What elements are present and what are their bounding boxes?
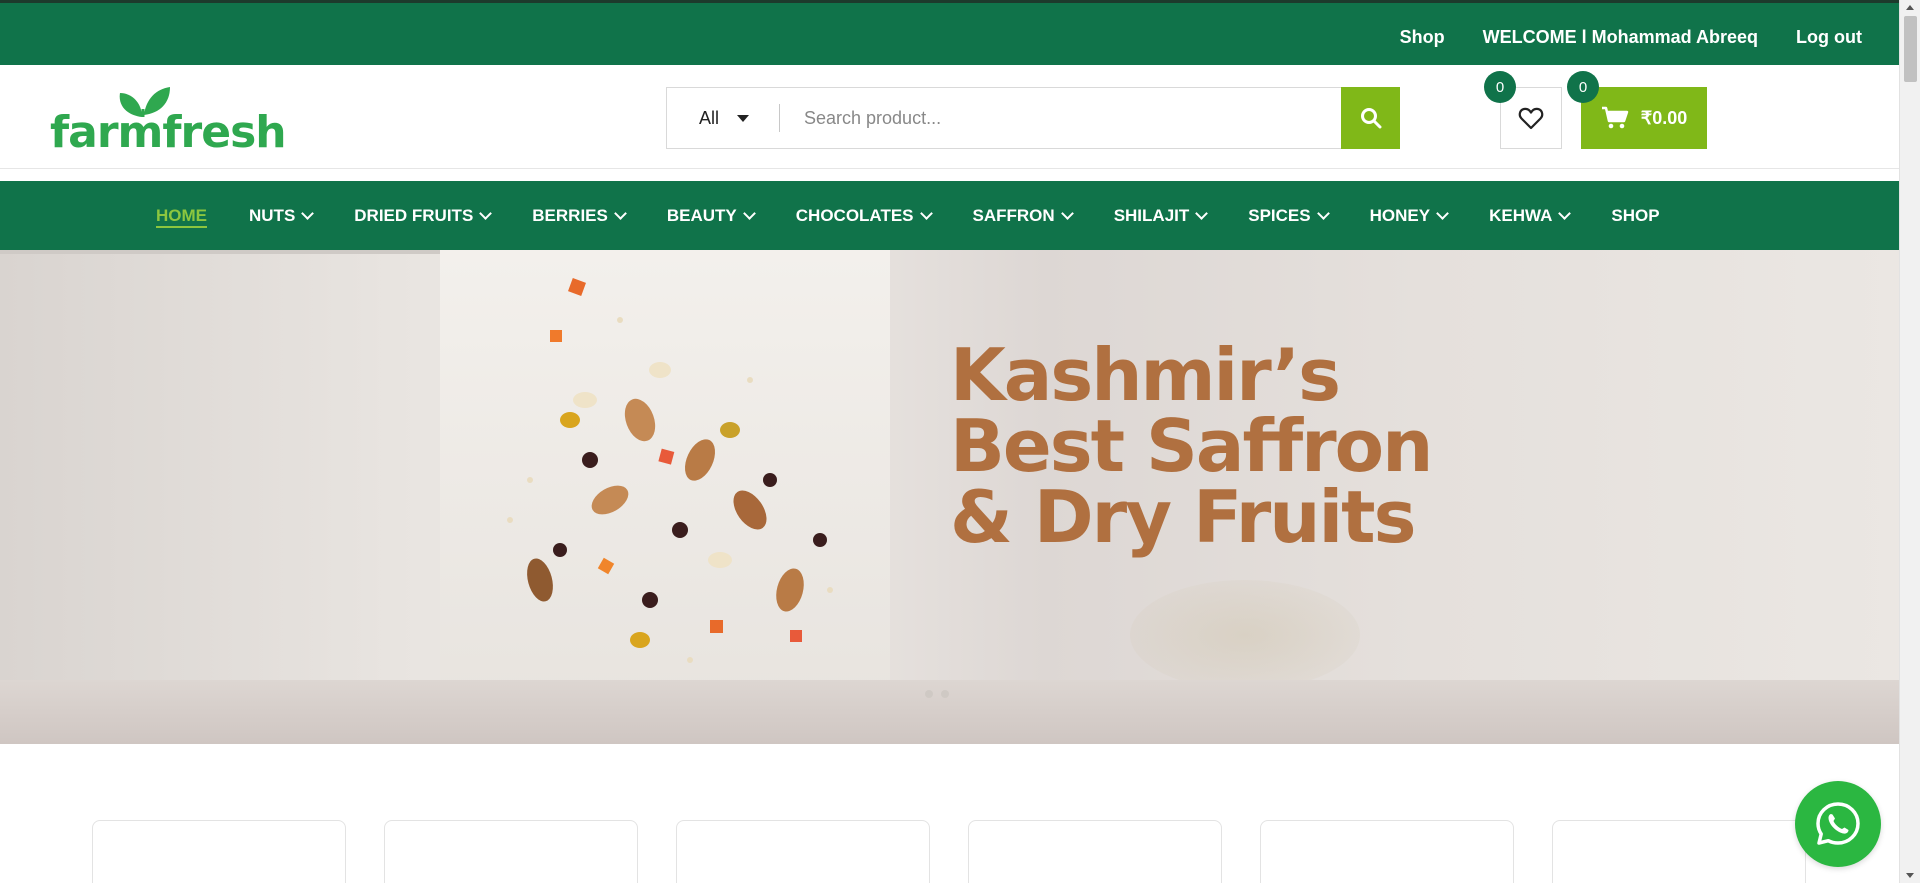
- search-input[interactable]: [782, 88, 1322, 148]
- page: Shop WELCOME l Mohammad Abreeq Log out f…: [0, 0, 1920, 883]
- category-select-value: All: [699, 107, 720, 128]
- site-logo[interactable]: farmfresh: [50, 83, 287, 158]
- chevron-down-icon: [919, 206, 933, 220]
- nav-item-label: SPICES: [1248, 205, 1311, 225]
- nav-item-label: HONEY: [1369, 205, 1431, 225]
- whatsapp-button[interactable]: [1795, 781, 1881, 867]
- nav-item-spices[interactable]: SPICES: [1248, 181, 1330, 250]
- caret-down-icon: [737, 114, 750, 122]
- hero-headline-line3: & Dry Fruits: [950, 475, 1416, 559]
- logo-wordmark: farmfresh: [50, 107, 287, 158]
- top-bar-links: Shop WELCOME l Mohammad Abreeq Log out: [1400, 27, 1862, 48]
- category-card[interactable]: [1552, 820, 1806, 883]
- nav-item-berries[interactable]: BERRIES: [532, 181, 627, 250]
- nav-item-nuts[interactable]: NUTS: [249, 181, 315, 250]
- category-card[interactable]: [1260, 820, 1514, 883]
- cart-total: ₹0.00: [1640, 107, 1688, 128]
- scrollbar-thumb[interactable]: [1904, 16, 1917, 82]
- scroll-up-arrow-icon[interactable]: [1906, 5, 1914, 10]
- search-bar: All: [666, 87, 1400, 149]
- hero-bowl-blur: [1130, 580, 1360, 690]
- chevron-down-icon: [1195, 206, 1209, 220]
- whatsapp-icon: [1816, 802, 1860, 845]
- nav-item-label: CHOCOLATES: [795, 205, 914, 225]
- slider-dot[interactable]: [925, 690, 933, 698]
- category-card[interactable]: [968, 820, 1222, 883]
- nav-item-dried-fruits[interactable]: DRIED FRUITS: [354, 181, 493, 250]
- chevron-down-icon: [301, 206, 315, 220]
- hero-headline-line2: Best Saffron: [950, 404, 1433, 488]
- hero-headline: Kashmir’s Best Saffron & Dry Fruits: [950, 333, 1433, 559]
- nav-item-saffron[interactable]: SAFFRON: [972, 181, 1074, 250]
- nav-item-label: BERRIES: [532, 205, 608, 225]
- chevron-down-icon: [1060, 206, 1074, 220]
- search-divider: [779, 104, 780, 132]
- search-icon: [1360, 108, 1381, 129]
- nav-item-label: NUTS: [249, 205, 296, 225]
- nav-item-kehwa[interactable]: KEHWA: [1489, 181, 1572, 250]
- cart-icon: [1601, 106, 1628, 129]
- category-select[interactable]: All: [667, 88, 781, 148]
- nav-item-beauty[interactable]: BEAUTY: [666, 181, 756, 250]
- nav-item-shilajit[interactable]: SHILAJIT: [1113, 181, 1209, 250]
- category-card[interactable]: [92, 820, 346, 883]
- scroll-down-arrow-icon[interactable]: [1906, 873, 1914, 878]
- nav-item-home[interactable]: HOME: [156, 181, 207, 250]
- cart-count-badge: 0: [1567, 71, 1599, 103]
- dry-fruits-illustration: [507, 278, 833, 663]
- cart-button[interactable]: ₹0.00: [1581, 87, 1707, 149]
- category-card[interactable]: [384, 820, 638, 883]
- chevron-down-icon: [479, 206, 493, 220]
- search-button[interactable]: [1341, 87, 1400, 149]
- hero-floor: [0, 680, 1899, 744]
- page-scrollbar[interactable]: [1899, 0, 1920, 883]
- heart-icon: [1518, 107, 1544, 130]
- nav-item-label: DRIED FRUITS: [354, 205, 474, 225]
- chevron-down-icon: [742, 206, 756, 220]
- top-bar: Shop WELCOME l Mohammad Abreeq Log out: [0, 0, 1899, 65]
- chevron-down-icon: [1316, 206, 1330, 220]
- logout-link[interactable]: Log out: [1796, 27, 1862, 48]
- hero-slider-dots: [925, 690, 949, 698]
- main-nav-list: HOME NUTS DRIED FRUITS BERRIES BEAUTY CHOCOLA…: [156, 181, 1702, 250]
- category-card[interactable]: [676, 820, 930, 883]
- chevron-down-icon: [1436, 206, 1449, 220]
- nav-item-shop[interactable]: SHOP: [1611, 181, 1659, 250]
- chevron-down-icon: [1558, 206, 1572, 220]
- nav-item-label: HOME: [156, 205, 207, 225]
- nav-item-label: KEHWA: [1489, 205, 1553, 225]
- hero-banner[interactable]: Kashmir’s Best Saffron & Dry Fruits: [0, 250, 1899, 744]
- category-cards: [92, 820, 1806, 883]
- slider-dot[interactable]: [941, 690, 949, 698]
- hero-headline-line1: Kashmir’s: [950, 333, 1341, 417]
- nav-item-label: SAFFRON: [972, 205, 1055, 225]
- site-header: farmfresh All 0: [0, 65, 1899, 169]
- chevron-down-icon: [613, 206, 627, 220]
- wishlist-count-badge: 0: [1484, 71, 1516, 103]
- nav-item-label: SHOP: [1611, 205, 1660, 225]
- nav-item-label: SHILAJIT: [1113, 205, 1190, 225]
- main-nav: HOME NUTS DRIED FRUITS BERRIES BEAUTY CHOCOLA…: [0, 181, 1899, 250]
- welcome-user-link[interactable]: WELCOME l Mohammad Abreeq: [1483, 27, 1758, 48]
- nav-item-label: BEAUTY: [666, 205, 737, 225]
- nav-item-honey[interactable]: HONEY: [1369, 181, 1449, 250]
- nav-item-chocolates[interactable]: CHOCOLATES: [795, 181, 933, 250]
- shop-link[interactable]: Shop: [1400, 27, 1445, 48]
